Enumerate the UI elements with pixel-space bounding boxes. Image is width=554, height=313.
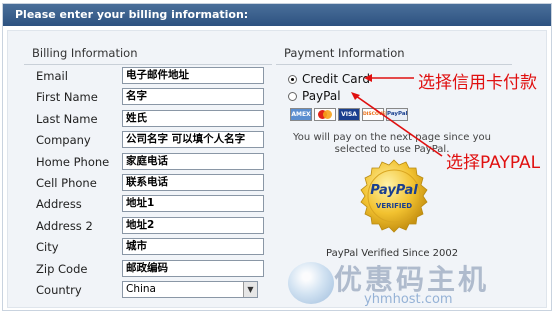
row-country: Country China ▼ [24,280,272,300]
city-label: City [36,240,59,255]
last-name-label: Last Name [36,111,98,126]
billing-divider [24,64,272,65]
cell-phone-input[interactable]: 联系电话 [122,174,264,191]
payment-divider [276,64,512,65]
seal-verified-text: VERIFIED [376,202,412,210]
last-name-input[interactable]: 姓氏 [122,109,264,127]
company-input[interactable]: 公司名字 可以填个人名字 [122,131,264,149]
payment-legend: Payment Information [284,46,405,60]
paypal-option[interactable]: PayPal [288,89,428,105]
credit-card-radio[interactable] [288,75,297,84]
row-last-name: Last Name 姓氏 [24,109,272,129]
credit-card-label: Credit Card [302,72,370,86]
mastercard-icon [314,108,336,121]
credit-card-option[interactable]: Credit Card [288,72,428,88]
paypal-logo-icon: PayPal [386,108,408,121]
billing-information-section: Billing Information Email 电子邮件地址 First Nam… [24,40,272,302]
address-2-input[interactable]: 地址2 [122,216,264,234]
zip-code-input[interactable]: 邮政编码 [122,259,264,277]
chevron-down-icon[interactable]: ▼ [243,282,257,297]
first-name-label: First Name [36,90,98,105]
country-label: Country [36,283,82,297]
row-cell-phone: Cell Phone 联系电话 [24,173,272,193]
watermark-url: yhmhost.com [364,292,453,307]
address-input[interactable]: 地址1 [122,195,264,213]
zip-code-label: Zip Code [36,261,88,276]
cell-phone-label: Cell Phone [36,176,97,190]
row-home-phone: Home Phone 家庭电话 [24,152,272,172]
row-company: Company 公司名字 可以填个人名字 [24,130,272,150]
discover-icon: DISCOVER [362,108,389,121]
row-address-2: Address 2 地址2 [24,216,272,236]
credit-card-annotation: 选择信用卡付款 [418,73,537,93]
row-city: City 城市 [24,237,272,257]
city-input[interactable]: 城市 [122,238,264,256]
form-header: Please enter your billing information: [3,4,551,26]
row-address: Address 地址1 [24,194,272,214]
amex-icon: AMEX [290,108,312,121]
row-zip-code: Zip Code 邮政编码 [24,259,272,279]
address-2-label: Address 2 [36,218,93,233]
seal-paypal-text: PayPal [370,183,418,198]
row-first-name: First Name 名字 [24,87,272,107]
first-name-input[interactable]: 名字 [122,88,264,106]
country-select[interactable]: China ▼ [122,281,258,298]
visa-icon: VISA [338,108,360,121]
company-label: Company [36,133,91,148]
paypal-annotation: 选择PAYPAL [446,153,541,173]
country-value: China [126,283,156,295]
watermark-logo-icon [288,262,334,304]
address-label: Address [36,197,82,212]
paypal-radio[interactable] [288,92,297,101]
paypal-label: PayPal [302,89,341,103]
billing-legend: Billing Information [32,46,138,60]
home-phone-label: Home Phone [36,154,110,169]
home-phone-input[interactable]: 家庭电话 [122,152,264,170]
paypal-verified-seal-icon: PayPal VERIFIED [360,159,428,233]
row-email: Email 电子邮件地址 [24,66,272,86]
email-input[interactable]: 电子邮件地址 [122,67,264,84]
email-label: Email [36,69,68,83]
